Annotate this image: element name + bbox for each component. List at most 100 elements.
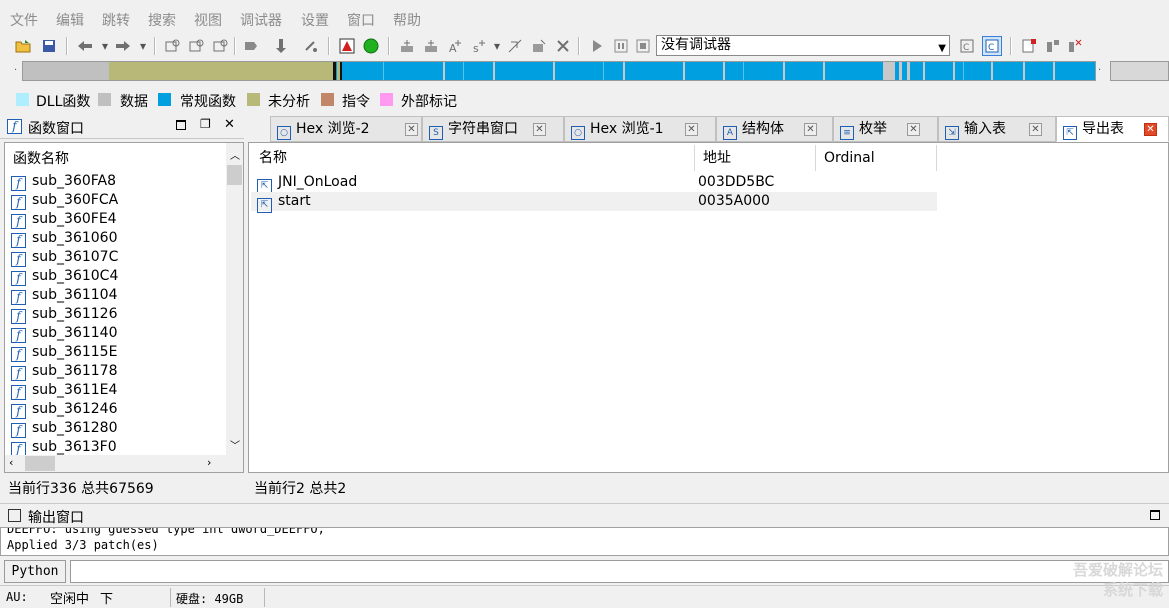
table-row[interactable]: ⇱ JNI_OnLoad 003DD5BC — [251, 173, 937, 194]
nav-band-left-arrow-icon[interactable]: · — [14, 65, 20, 77]
toolbar-separator — [66, 37, 68, 55]
make-offset-icon[interactable] — [506, 37, 524, 55]
menu-edit[interactable]: 编辑 — [56, 10, 84, 30]
horizontal-scrollbar[interactable]: ‹ › — [5, 455, 243, 472]
tab-structures[interactable]: A 结构体 ✕ — [716, 116, 833, 142]
legend-swatch-dll — [16, 93, 29, 106]
debugger-select[interactable]: 没有调试器 ▼ — [656, 35, 950, 56]
vertical-scrollbar[interactable]: ︿ ﹀ — [226, 143, 243, 456]
close-tab-icon[interactable]: ✕ — [405, 123, 418, 136]
close-tab-icon[interactable]: ✕ — [533, 123, 546, 136]
debug-run-icon[interactable] — [588, 37, 606, 55]
list-item[interactable]: f sub_361280 — [11, 419, 118, 438]
menu-jump[interactable]: 跳转 — [102, 10, 130, 30]
green-circle-icon[interactable] — [362, 37, 380, 55]
legend-swatch-data — [98, 93, 111, 106]
warning-icon[interactable] — [338, 37, 356, 55]
scroll-up-icon[interactable]: ︿ — [230, 147, 240, 162]
menu-window[interactable]: 窗口 — [347, 10, 375, 30]
float-window-icon[interactable]: ❐ — [200, 117, 211, 131]
legend-label-data: 数据 — [120, 94, 148, 110]
down-arrow-icon[interactable] — [272, 37, 290, 55]
search-next-icon[interactable] — [242, 37, 260, 55]
status-separator — [170, 588, 171, 607]
maximize-icon[interactable] — [176, 120, 186, 130]
list-item[interactable]: f sub_361060 — [11, 229, 118, 248]
string-dropdown-icon[interactable]: ▾ — [488, 37, 506, 55]
search-binary-icon[interactable] — [164, 37, 182, 55]
list-item[interactable]: f sub_36115E — [11, 343, 117, 362]
make-data-icon[interactable] — [422, 37, 440, 55]
list-item[interactable]: f sub_360FA8 — [11, 172, 116, 191]
debug-pause-icon[interactable] — [612, 37, 630, 55]
list-item[interactable]: f sub_361126 — [11, 305, 118, 324]
back-arrow-icon[interactable] — [76, 37, 94, 55]
make-struct-icon[interactable] — [530, 37, 548, 55]
undefine-x-icon[interactable] — [554, 37, 572, 55]
scroll-left-icon[interactable]: ‹ — [9, 456, 13, 469]
list-item[interactable]: f sub_3611E4 — [11, 381, 117, 400]
pseudocode-icon[interactable]: C — [982, 36, 1002, 56]
make-string-icon[interactable]: s — [470, 37, 488, 55]
function-name-column-header[interactable]: 函数名称 — [13, 148, 69, 168]
list-item[interactable]: f sub_361178 — [11, 362, 118, 381]
list-item[interactable]: f sub_361104 — [11, 286, 118, 305]
make-code-icon[interactable] — [398, 37, 416, 55]
column-header-ordinal[interactable]: Ordinal — [816, 145, 937, 171]
command-input[interactable] — [70, 560, 1169, 583]
column-header-address[interactable]: 地址 — [695, 145, 816, 171]
menu-view[interactable]: 视图 — [194, 10, 222, 30]
list-item[interactable]: f sub_3610C4 — [11, 267, 118, 286]
forward-arrow-icon[interactable] — [114, 37, 132, 55]
output-text-panel[interactable]: DEEFFO: using guessed type int dword_DEE… — [0, 527, 1169, 556]
tab-hex-view-1[interactable]: ○ Hex 浏览-1 ✕ — [564, 116, 716, 142]
table-row[interactable]: ⇱ start 0035A000 — [251, 192, 937, 213]
open-file-icon[interactable] — [14, 37, 32, 55]
scroll-right-icon[interactable]: › — [207, 456, 211, 469]
plugin-remove-icon[interactable] — [1066, 37, 1084, 55]
export-name: start — [278, 193, 311, 209]
column-header-name[interactable]: 名称 — [251, 145, 695, 171]
nav-band-right-arrow-icon[interactable]: · — [1098, 65, 1104, 77]
close-tab-icon[interactable]: ✕ — [804, 123, 817, 136]
back-dropdown-icon[interactable]: ▾ — [96, 37, 114, 55]
list-item[interactable]: f sub_360FE4 — [11, 210, 117, 229]
tab-imports[interactable]: ⇲ 输入表 ✕ — [938, 116, 1056, 142]
maximize-icon[interactable] — [1150, 510, 1160, 520]
menu-debugger[interactable]: 调试器 — [240, 10, 282, 30]
menu-search[interactable]: 搜索 — [148, 10, 176, 30]
cli-language-button[interactable]: Python — [4, 560, 66, 583]
close-tab-icon[interactable]: ✕ — [685, 123, 698, 136]
plugin-icon[interactable] — [1044, 37, 1062, 55]
menu-settings[interactable]: 设置 — [301, 10, 329, 30]
tab-hex-view-2[interactable]: ○ Hex 浏览-2 ✕ — [270, 116, 422, 142]
menu-help[interactable]: 帮助 — [393, 10, 421, 30]
forward-dropdown-icon[interactable]: ▾ — [134, 37, 152, 55]
close-tab-icon[interactable]: ✕ — [1144, 123, 1157, 136]
list-item[interactable]: f sub_361246 — [11, 400, 118, 419]
make-ascii-icon[interactable]: A — [446, 37, 464, 55]
tab-enums[interactable]: ≡ 枚举 ✕ — [833, 116, 938, 142]
tab-exports[interactable]: ⇱ 导出表 ✕ — [1056, 116, 1169, 142]
list-item[interactable]: f sub_360FCA — [11, 191, 118, 210]
menu-file[interactable]: 文件 — [10, 10, 38, 30]
list-item[interactable]: f sub_36107C — [11, 248, 118, 267]
search-text-icon[interactable] — [188, 37, 206, 55]
undefine-icon[interactable] — [302, 37, 320, 55]
close-icon[interactable]: ✕ — [224, 117, 235, 132]
tab-label: Hex 浏览-2 — [296, 121, 370, 137]
close-tab-icon[interactable]: ✕ — [907, 123, 920, 136]
ida-view-icon[interactable]: C — [958, 37, 976, 55]
scrollbar-thumb[interactable] — [227, 165, 242, 185]
tab-strings[interactable]: S 字符串窗口 ✕ — [422, 116, 564, 142]
add-breakpoint-icon[interactable] — [1020, 37, 1038, 55]
close-tab-icon[interactable]: ✕ — [1029, 123, 1042, 136]
save-icon[interactable] — [40, 37, 58, 55]
debug-stop-icon[interactable] — [634, 37, 652, 55]
navigation-band[interactable] — [22, 61, 1096, 81]
scrollbar-thumb[interactable] — [25, 456, 55, 471]
scroll-down-icon[interactable]: ﹀ — [230, 437, 240, 452]
search-immediate-icon[interactable] — [212, 37, 230, 55]
navigation-band-overview[interactable] — [1110, 61, 1169, 81]
list-item[interactable]: f sub_361140 — [11, 324, 118, 343]
